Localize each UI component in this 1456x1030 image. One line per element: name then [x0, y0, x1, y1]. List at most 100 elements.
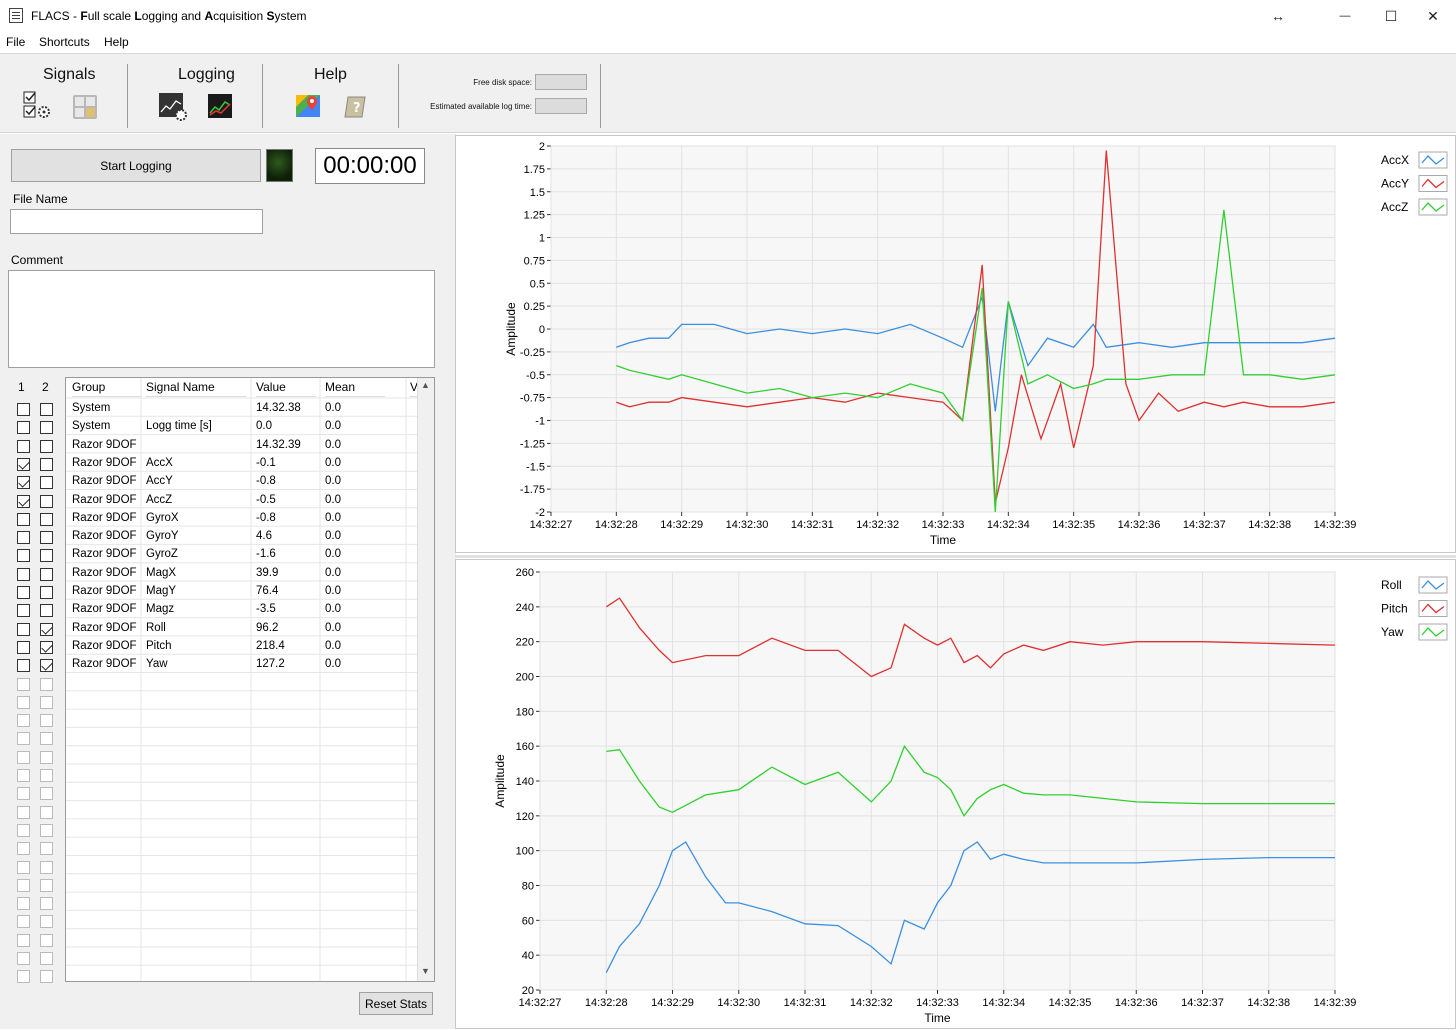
acceleration-chart[interactable]: 2 1.75 1.5 1.25 1 0.75 0.5 0.25 0 -0.25 -0.5 -0.75 -… [456, 136, 1456, 554]
chart2-checkbox[interactable] [40, 586, 53, 599]
file-name-input[interactable] [10, 209, 263, 234]
legend-swatch-accz[interactable] [1418, 198, 1448, 216]
chart2-checkbox[interactable] [40, 842, 53, 856]
chart1-checkbox[interactable] [17, 750, 30, 764]
chart2-checkbox[interactable] [40, 476, 53, 490]
chart2-checkbox[interactable] [40, 421, 53, 435]
scroll-down-icon[interactable]: ▼ [421, 966, 430, 976]
legend-swatch-roll[interactable] [1418, 576, 1448, 594]
logging-config-icon[interactable] [158, 92, 188, 122]
chart2-checkbox[interactable] [40, 823, 53, 837]
chart2-checkbox[interactable] [40, 860, 53, 874]
logging-chart-icon[interactable] [207, 93, 233, 119]
chart1-checkbox[interactable] [17, 567, 30, 581]
chart1-checkbox[interactable] [17, 604, 30, 618]
chart2-checkbox[interactable] [40, 567, 53, 581]
chart1-checkbox[interactable] [17, 403, 30, 416]
row-group: Razor 9DOF [72, 566, 137, 579]
chart2-checkbox[interactable] [40, 494, 53, 508]
chart1-checkbox[interactable] [17, 476, 30, 490]
reset-stats-button[interactable]: Reset Stats [359, 992, 433, 1015]
legend-swatch-pitch[interactable] [1418, 600, 1448, 617]
minimize-button[interactable]: — [1322, 0, 1368, 32]
legend-swatch-yaw[interactable] [1418, 623, 1448, 641]
chart1-checkbox[interactable] [17, 878, 30, 892]
chart-splitter[interactable] [455, 555, 1456, 558]
chart2-checkbox[interactable] [40, 805, 53, 819]
help-book-icon[interactable]: ? [343, 94, 369, 120]
chart1-checkbox[interactable] [17, 805, 30, 819]
chart1-checkbox[interactable] [17, 439, 30, 453]
chart1-checkbox[interactable] [17, 714, 30, 728]
maximize-button[interactable]: ☐ [1368, 0, 1414, 32]
chart1-checkbox[interactable] [17, 421, 30, 435]
chart1-checkbox[interactable] [17, 586, 30, 599]
chart1-checkbox[interactable] [17, 842, 30, 856]
menu-help[interactable]: Help [104, 35, 129, 49]
close-button[interactable]: ✕ [1410, 0, 1456, 32]
row-group: Razor 9DOF [72, 456, 137, 469]
chart1-checkbox[interactable] [17, 933, 30, 947]
comment-input[interactable] [8, 270, 435, 368]
chart1-checkbox[interactable] [17, 640, 30, 654]
chart1-checkbox[interactable] [17, 915, 30, 929]
chart1-checkbox[interactable] [17, 512, 30, 526]
x-tick-label: 14:32:27 [530, 519, 573, 531]
chart2-checkbox[interactable] [40, 403, 53, 416]
scroll-up-icon[interactable]: ▲ [421, 380, 430, 390]
chart2-checkbox[interactable] [40, 952, 53, 965]
calculator-icon[interactable] [72, 94, 98, 120]
chart2-checkbox[interactable] [40, 970, 53, 984]
svg-text:?: ? [353, 101, 361, 116]
chart2-checkbox[interactable] [40, 659, 53, 673]
chart1-checkbox[interactable] [17, 549, 30, 563]
chart1-checkbox[interactable] [17, 860, 30, 874]
chart2-checkbox[interactable] [40, 897, 53, 911]
chart1-checkbox[interactable] [17, 970, 30, 984]
chart2-checkbox[interactable] [40, 457, 53, 471]
maps-icon[interactable] [295, 93, 321, 119]
chart2-checkbox[interactable] [40, 531, 53, 545]
chart1-checkbox[interactable] [17, 897, 30, 911]
chart2-checkbox[interactable] [40, 915, 53, 929]
legend-swatch-accy[interactable] [1418, 175, 1448, 192]
chart1-checkbox[interactable] [17, 732, 30, 746]
window-title: FLACS - Full scale Logging and Acquisiti… [31, 9, 307, 23]
resize-icon[interactable]: ↔ [1255, 0, 1301, 32]
table-scrollbar[interactable]: ▲ ▼ [417, 378, 434, 981]
chart1-checkbox[interactable] [17, 952, 30, 965]
chart2-checkbox[interactable] [40, 732, 53, 746]
chart2-checkbox[interactable] [40, 622, 53, 636]
chart2-checkbox[interactable] [40, 714, 53, 728]
chart1-checkbox[interactable] [17, 494, 30, 508]
chart2-checkbox[interactable] [40, 933, 53, 947]
chart2-checkbox[interactable] [40, 677, 53, 691]
orientation-chart[interactable]: 2602402202001801601401201008060402014:32… [456, 560, 1456, 1030]
chart2-checkbox[interactable] [40, 604, 53, 618]
chart1-checkbox[interactable] [17, 457, 30, 471]
legend-swatch-accx[interactable] [1418, 151, 1448, 169]
chart2-checkbox[interactable] [40, 640, 53, 654]
start-logging-button[interactable]: Start Logging [11, 149, 261, 182]
chart2-checkbox[interactable] [40, 512, 53, 526]
chart1-checkbox[interactable] [17, 622, 30, 636]
chart2-checkbox[interactable] [40, 878, 53, 892]
chart2-checkbox[interactable] [40, 695, 53, 709]
chart1-checkbox[interactable] [17, 659, 30, 673]
chart1-checkbox[interactable] [17, 531, 30, 545]
chart1-checkbox[interactable] [17, 787, 30, 801]
chart2-checkbox[interactable] [40, 750, 53, 764]
row-group: Razor 9DOF [72, 639, 137, 652]
chart1-checkbox[interactable] [17, 823, 30, 837]
y-tick-label: -2 [535, 507, 545, 519]
chart2-checkbox[interactable] [40, 769, 53, 782]
menu-file[interactable]: File [6, 35, 25, 49]
chart2-checkbox[interactable] [40, 549, 53, 563]
chart2-checkbox[interactable] [40, 787, 53, 801]
signal-config-icon[interactable] [22, 90, 54, 122]
chart1-checkbox[interactable] [17, 677, 30, 691]
chart1-checkbox[interactable] [17, 695, 30, 709]
chart2-checkbox[interactable] [40, 439, 53, 453]
menu-shortcuts[interactable]: Shortcuts [39, 35, 90, 49]
chart1-checkbox[interactable] [17, 769, 30, 782]
